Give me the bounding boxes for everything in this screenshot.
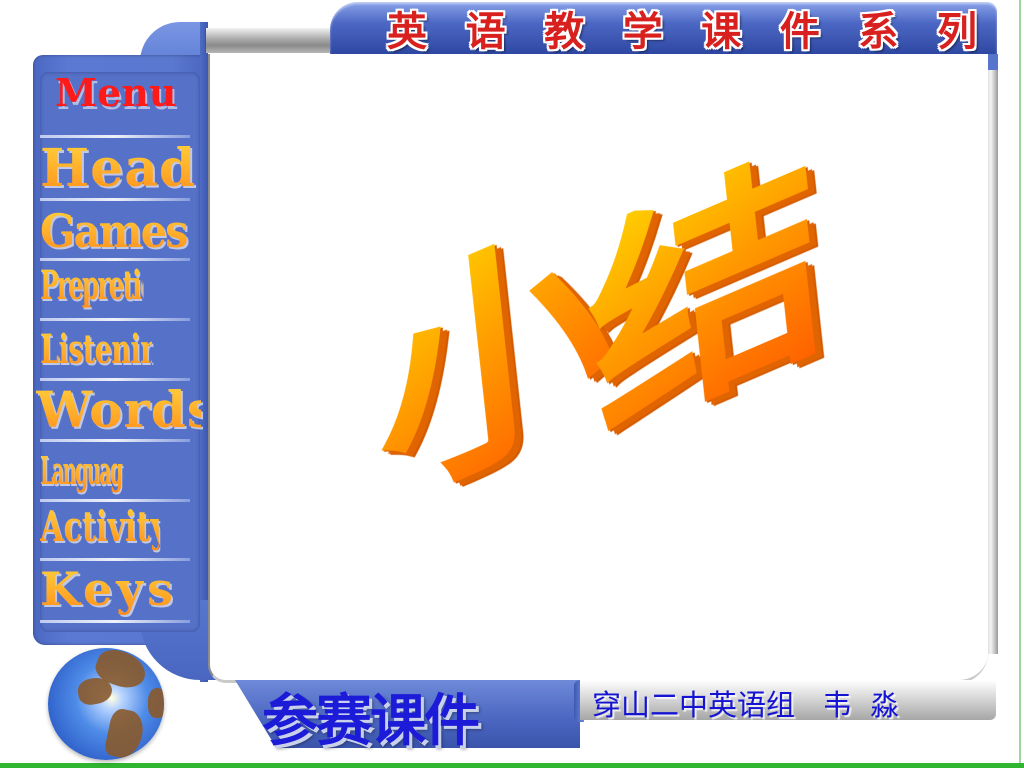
title-char: 英 (387, 9, 427, 55)
right-edge-line (1019, 0, 1021, 768)
title-char: 学 (622, 9, 663, 55)
menu-item-prepretion[interactable]: Prepretion (40, 262, 172, 309)
menu-divider (40, 620, 190, 623)
title-char: 件 (779, 9, 820, 55)
menu-item-language-notes[interactable]: Language Notes (40, 448, 193, 493)
menu-item-head[interactable]: Head (40, 138, 205, 199)
menu-divider (40, 558, 190, 561)
author-credit: 穿山二中英语组 韦 淼 (592, 688, 900, 722)
title-char: 课 (701, 9, 742, 55)
menu-divider (40, 258, 190, 261)
globe-landmass (103, 706, 147, 760)
menu-item-games[interactable]: Games (40, 204, 189, 258)
menu-divider (40, 439, 190, 442)
title-char: 系 (858, 9, 899, 55)
menu-item-keys[interactable]: Keys (40, 562, 205, 616)
title-char: 语 (465, 9, 506, 55)
menu-divider (40, 198, 190, 201)
menu-item-activity[interactable]: Activity (40, 502, 168, 551)
menu-item-listening[interactable]: Listening (40, 326, 178, 373)
menu-divider (40, 318, 190, 321)
bottom-edge-line (0, 763, 1024, 768)
title-char: 列 (936, 9, 977, 55)
contest-label: 参赛课件 (262, 688, 480, 754)
top-grey-bar (205, 28, 332, 53)
globe-landmass (148, 688, 164, 718)
globe-icon (48, 648, 164, 760)
title-char: 教 (544, 9, 585, 55)
menu-item-words[interactable]: Words (36, 380, 215, 439)
slide-title: 小 结 (361, 116, 838, 544)
page-title: 英 语 教 学 课 件 系 列 (372, 5, 992, 55)
menu-title: Menu (55, 70, 177, 115)
